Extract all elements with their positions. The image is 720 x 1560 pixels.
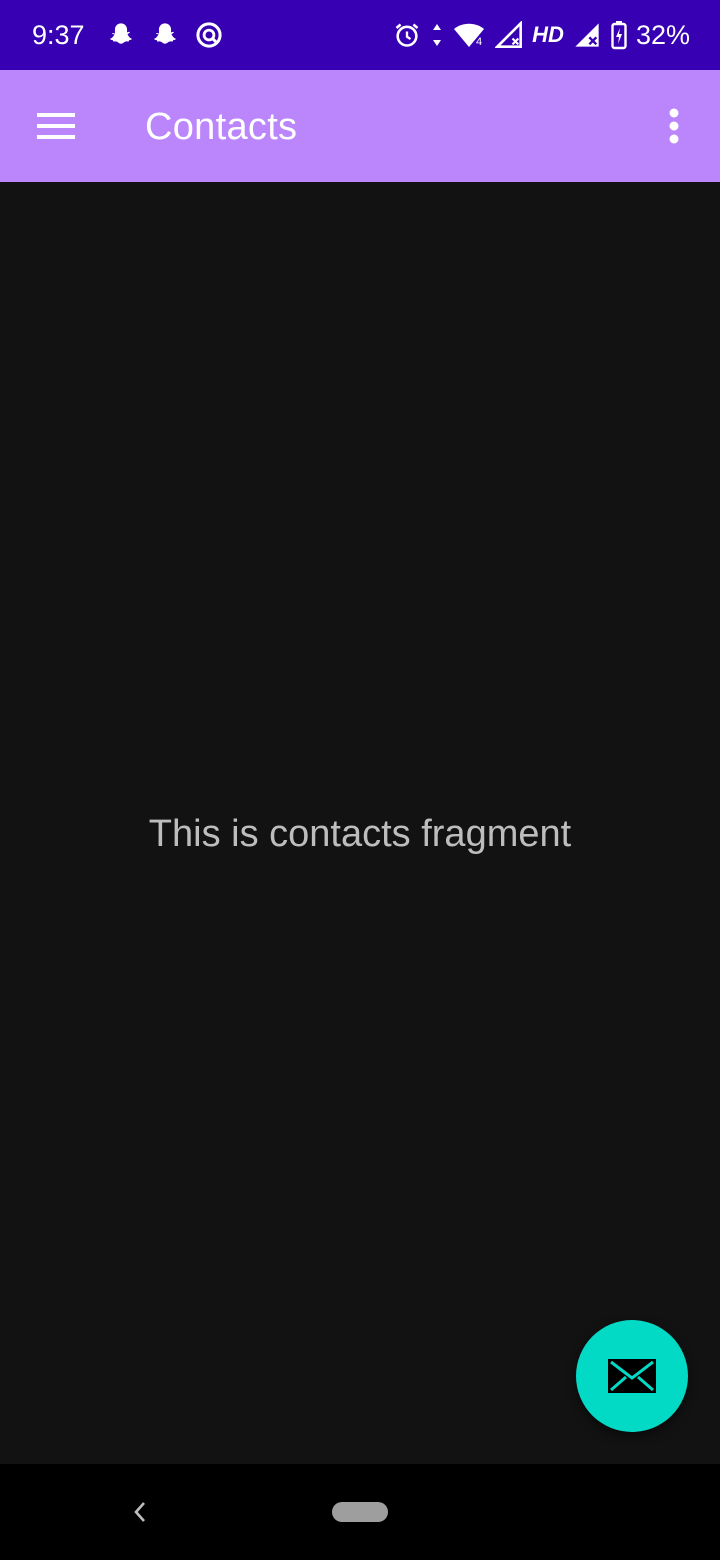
notification-icons xyxy=(106,18,224,52)
snapchat-icon xyxy=(150,18,180,52)
more-vertical-icon xyxy=(669,108,679,144)
network-type-label: HD xyxy=(532,22,564,47)
overflow-menu-button[interactable] xyxy=(642,94,706,158)
signal-icon xyxy=(494,18,524,52)
alarm-icon xyxy=(392,18,422,52)
svg-text:4: 4 xyxy=(476,36,482,48)
home-pill-icon[interactable] xyxy=(332,1502,388,1522)
wifi-icon: 4 xyxy=(452,18,486,52)
fragment-message: This is contacts fragment xyxy=(148,813,572,855)
status-time: 9:37 xyxy=(32,20,85,50)
status-bar: 9:37 4 HD 32% xyxy=(0,0,720,70)
back-chevron-icon xyxy=(134,1502,145,1522)
system-icons: 4 HD 32% xyxy=(392,18,690,52)
mail-icon xyxy=(608,1359,656,1393)
app-bar: Contacts xyxy=(0,70,720,182)
battery-percent: 32% xyxy=(635,20,690,50)
snapchat-icon xyxy=(106,18,136,52)
back-button[interactable] xyxy=(118,1490,162,1534)
hamburger-menu-icon xyxy=(37,113,75,139)
compose-mail-fab[interactable] xyxy=(576,1320,688,1432)
contacts-fragment: This is contacts fragment xyxy=(0,182,720,1464)
battery-charging-icon xyxy=(610,18,628,52)
system-navigation-bar xyxy=(0,1464,720,1560)
vpn-icon xyxy=(194,18,224,52)
page-title: Contacts xyxy=(145,106,298,148)
signal-icon xyxy=(572,18,602,52)
data-arrows-icon xyxy=(430,18,444,52)
navigation-menu-button[interactable] xyxy=(22,92,90,160)
